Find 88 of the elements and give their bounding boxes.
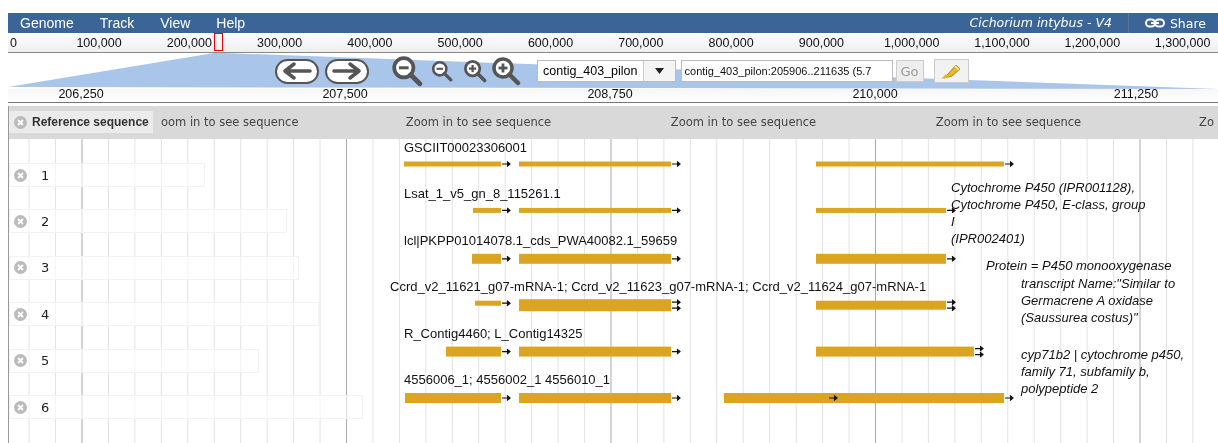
track-label[interactable]: Reference sequence [9,111,153,133]
close-button[interactable] [14,214,27,228]
ruler-label: 900,000 [798,36,844,50]
gene-feature [473,207,511,214]
reference-dropdown[interactable]: contig_403_pilon [537,60,676,82]
ruler-label: 200,000 [166,36,212,50]
close-button[interactable] [14,354,27,368]
track-title: 4 [41,306,50,322]
zoom-out-button[interactable] [431,60,453,82]
sequence-placeholder: Zoom in to see sequence [405,115,552,129]
feature-label: 4556006_1; 4556002_1 4556010_1 [404,372,611,388]
feature-description: transcript Name:"Similar to Germacrene A oxidase (Saussurea costus)" [1021,275,1176,326]
ruler-label: 800,000 [708,36,754,50]
gene-feature [446,346,511,357]
zoom-in-button[interactable] [463,59,487,83]
ruler-label: 600,000 [527,36,574,50]
ruler-label: 1,000,000 [883,36,940,50]
right-arrow-icon [330,62,364,80]
close-icon [14,261,27,275]
menu-item[interactable]: Help [204,13,246,33]
close-icon [14,400,27,414]
sequence-placeholder: Zoom in to see sequence [670,115,817,129]
close-icon [14,307,27,321]
zoom-in-button[interactable] [491,56,521,86]
share-button[interactable]: Share [1128,13,1218,33]
close-button[interactable] [14,261,27,275]
ruler-label: 100,000 [76,36,122,50]
track-label[interactable]: 4 [9,302,319,327]
zoom-in-icon [491,56,521,86]
location-field[interactable]: contig_403_pilon:205906..211635 (5.7 [680,60,893,82]
feature-description: Cytochrome P450 (IPR001128), Cytochrome P450, E-class, group I (IPR002401) [951,179,1146,247]
track-label[interactable]: 6 [9,395,363,419]
zoom-out-icon [431,60,453,82]
ruler-label: 211,250 [1113,88,1159,101]
sequence-placeholder: Zoom in to see sequence [935,115,1082,129]
sequence-placeholder: oom in to see sequence [161,115,299,129]
caret-icon [654,68,664,74]
highlight-button[interactable] [933,59,969,83]
track-title: Reference sequence [32,115,149,129]
sequence-placeholder: Zo [1199,115,1214,129]
left-arrow-icon [280,62,314,80]
close-button[interactable] [14,307,27,321]
feature-description: cyp71b2 | cytochrome p450, family 71, subfamily b, polypeptide 2 [1021,346,1185,397]
menu-item[interactable]: Genome [8,13,74,33]
close-button[interactable] [14,115,27,129]
ruler-label: 400,000 [347,36,393,50]
close-icon [14,354,27,368]
zoom-out-icon [391,55,423,87]
track-title: 1 [41,167,50,183]
feature-label: Lsat_1_v5_gn_8_115261.1 [404,186,561,203]
feature-label: lcl|PKPP01014078.1_cds_PWA40082.1_59659 [404,232,678,249]
track-label[interactable]: 3 [9,255,299,280]
gene-feature [472,253,511,264]
zoom-out-button[interactable] [391,55,423,87]
zoom-in-icon [463,59,487,83]
feature-description: Protein = P450 monooxygenase [986,257,1172,274]
track-title: 6 [41,399,50,415]
ruler-label: 207,500 [322,88,368,101]
close-button[interactable] [14,168,27,182]
ruler-label: 1,200,000 [1064,36,1121,50]
track-title: 2 [41,213,50,229]
menu-item[interactable]: View [148,13,191,33]
close-button[interactable] [14,400,27,414]
track-title: 3 [41,260,50,276]
ruler-label: 210,000 [852,88,898,101]
ruler-label: 206,250 [58,88,104,101]
close-icon [14,214,27,228]
ruler-label: 700,000 [618,36,664,50]
close-icon [14,115,27,129]
feature-label: GSCIIT00023306001 [404,140,527,156]
highlighter-icon [940,62,963,80]
close-icon [14,168,27,182]
gene-feature [475,300,511,307]
feature-label: Ccrd_v2_11621_g07-mRNA-1; Ccrd_v2_11623_g07-mRNA-1; Ccrd_v2_11624_g07-mRNA-1 [390,279,927,296]
feature-label: R_Contig4460; L_Contig14325 [404,325,583,342]
location-marker [214,33,223,51]
ruler-label: 1,100,000 [974,36,1030,50]
ruler-label: 300,000 [257,36,303,50]
link-icon [1144,18,1165,28]
track-label[interactable]: 2 [9,209,287,234]
ruler-label: 500,000 [437,36,483,50]
menu-item[interactable]: Track [87,13,135,33]
ruler-label: 208,750 [587,88,633,101]
track-label[interactable]: 5 [9,348,259,373]
ruler-label: 0 [10,36,17,50]
ruler-label: 1,300,000 [1154,36,1211,50]
track-label[interactable]: 1 [9,163,205,187]
track-title: 5 [41,353,50,369]
